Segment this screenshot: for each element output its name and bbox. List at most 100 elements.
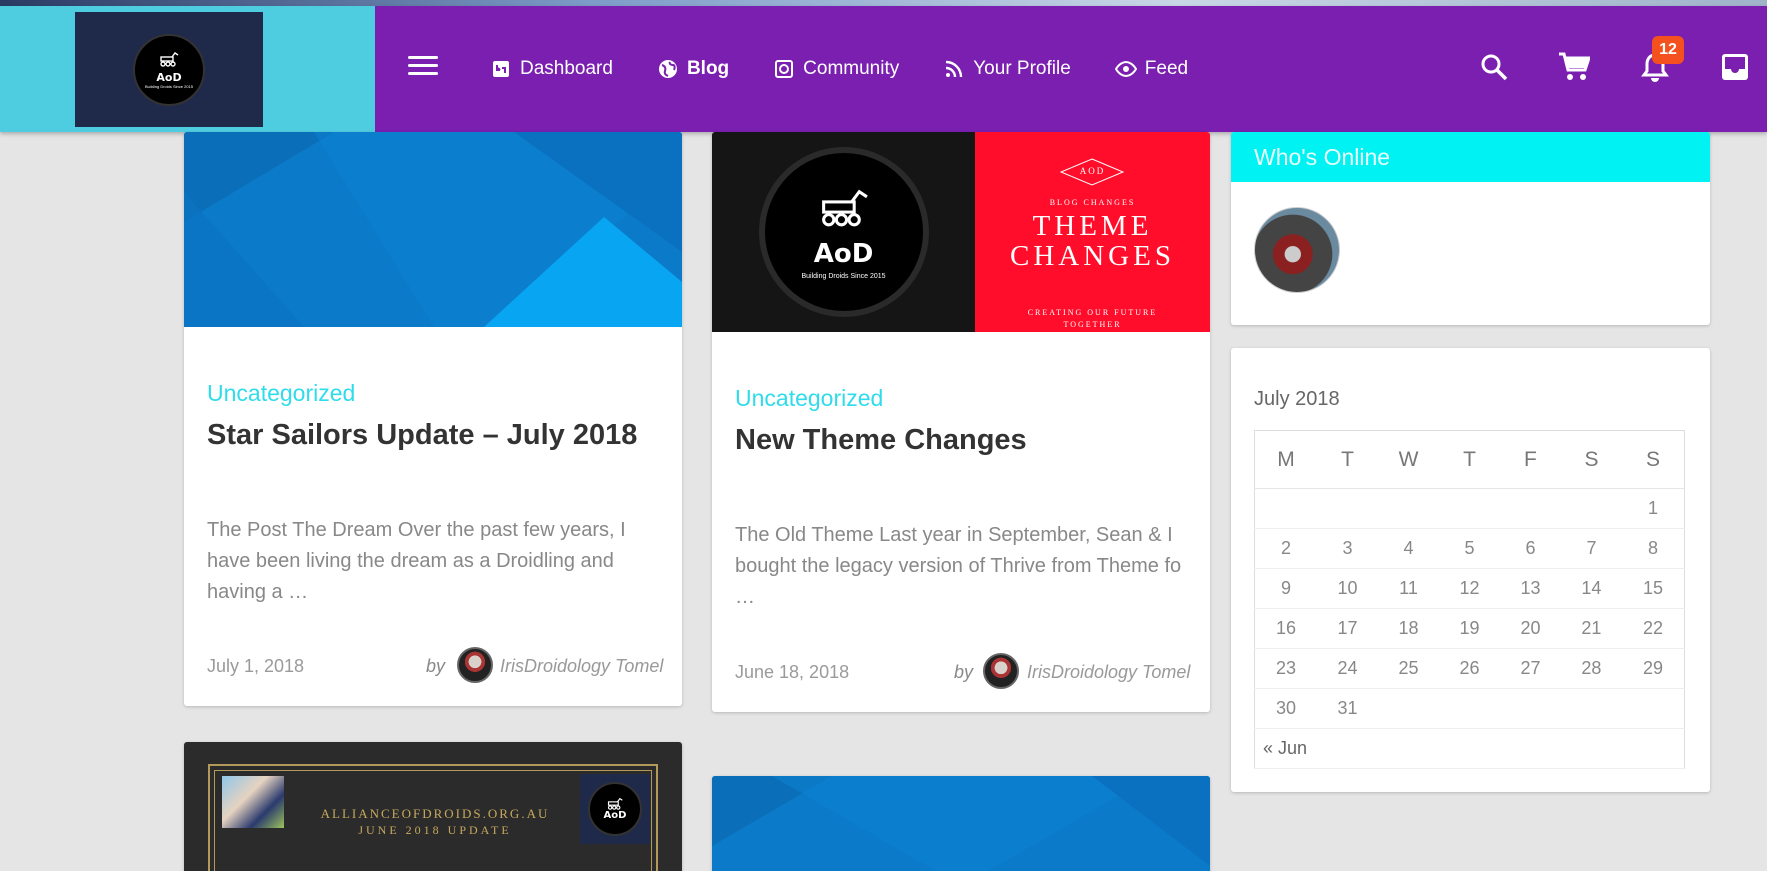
calendar-month-title: July 2018: [1254, 388, 1340, 410]
calendar-day-cell: 16: [1254, 608, 1318, 649]
tc-diamond-text: AOD: [1079, 166, 1106, 176]
post-by-label: by: [426, 656, 446, 676]
post-featured-image[interactable]: AoD Building Droids Since 2015 AOD BLOG …: [712, 132, 1210, 332]
logo-badge: AoD Building Droids Since 2015: [133, 33, 205, 106]
calendar-day-cell: 18: [1378, 608, 1439, 649]
tc-logo-subtext: Building Droids Since 2015: [801, 272, 886, 280]
nav-label: Blog: [686, 58, 730, 79]
dashboard-icon: [490, 58, 512, 80]
calendar-day-cell: [1438, 488, 1500, 529]
rss-icon: [943, 58, 965, 80]
tc-footer2: TOGETHER: [1063, 320, 1122, 329]
nav-item-dashboard[interactable]: Dashboard: [490, 58, 613, 80]
calendar-day-cell: 10: [1317, 568, 1378, 609]
tc-line2: CHANGES: [1010, 240, 1175, 272]
nav-item-feed[interactable]: Feed: [1114, 58, 1189, 80]
calendar-day-cell: 22: [1621, 608, 1685, 649]
post-featured-image[interactable]: [712, 776, 1210, 871]
calendar-day-cell: 11: [1378, 568, 1439, 609]
post-title[interactable]: Star Sailors Update – July 2018: [207, 419, 667, 452]
post-author-link[interactable]: IrisDroidology Tomel: [500, 656, 663, 677]
calendar-day-cell: 29: [1621, 648, 1685, 689]
nav-item-blog[interactable]: Blog: [657, 58, 729, 80]
nav-item-your-profile[interactable]: Your Profile: [943, 58, 1071, 80]
calendar-week-row: 16 17 18 19 20 21 22: [1254, 608, 1685, 649]
post-author-link[interactable]: IrisDroidology Tomel: [1027, 662, 1190, 683]
hamburger-menu-button[interactable]: [405, 51, 441, 81]
calendar-day-cell: 25: [1378, 648, 1439, 689]
post-card[interactable]: Uncategorized Star Sailors Update – July…: [184, 132, 682, 706]
author-avatar[interactable]: [983, 653, 1019, 689]
calendar-day-cell: [1378, 488, 1439, 529]
search-icon[interactable]: [1477, 50, 1511, 84]
update-logo: AoD: [580, 774, 650, 844]
nav-label: Your Profile: [973, 58, 1071, 79]
calendar-day-cell: 13: [1499, 568, 1561, 609]
calendar-week-row: 9 10 11 12 13 14 15: [1254, 568, 1685, 609]
post-featured-image[interactable]: ALLIANCEOFDROIDS.ORG.AU JUNE 2018 UPDATE…: [208, 764, 658, 871]
calendar-day-cell: 12: [1438, 568, 1500, 609]
tc-kicker: BLOG CHANGES: [1049, 198, 1136, 207]
community-icon: [773, 58, 795, 80]
logo-subtext: Building Droids Since 2015: [144, 83, 194, 89]
logo-text: AoD: [156, 70, 182, 84]
calendar-day-cell: [1438, 688, 1500, 729]
nav-label: Dashboard: [520, 58, 613, 79]
calendar-day-cell: 2: [1254, 528, 1318, 569]
globe-icon: [657, 58, 679, 80]
calendar-day-cell: [1621, 688, 1685, 729]
site-logo[interactable]: AoD Building Droids Since 2015: [75, 12, 263, 127]
calendar-day-cell: 9: [1254, 568, 1318, 609]
cart-icon[interactable]: [1557, 50, 1591, 84]
tc-logo-badge: AoD Building Droids Since 2015: [758, 147, 929, 317]
weekday-header: W: [1378, 430, 1439, 489]
post-category-link[interactable]: Uncategorized: [735, 385, 883, 412]
calendar-day-cell: [1499, 688, 1561, 729]
calendar-day-cell: 31: [1317, 688, 1378, 729]
eye-icon: [1114, 58, 1137, 80]
calendar-week-row: 30 31: [1254, 688, 1685, 729]
post-excerpt: The Post The Dream Over the past few yea…: [207, 519, 626, 603]
main-nav: Dashboard Blog Community Your Profile Fe…: [490, 6, 1232, 132]
calendar-day-cell: 5: [1438, 528, 1500, 569]
site-header: AoD Building Droids Since 2015 Dashboard…: [0, 6, 1767, 132]
nav-item-community[interactable]: Community: [773, 58, 899, 80]
calendar-table: M T W T F S S 1 2 3 4 5 6 7 8 9 10 11 12 13 14 15 16 17 1…: [1254, 430, 1685, 769]
nav-label: Feed: [1144, 58, 1189, 79]
calendar-day-cell: 7: [1560, 528, 1622, 569]
weekday-header: T: [1438, 430, 1500, 489]
robot-icon: [607, 797, 623, 810]
calendar-day-cell: 27: [1499, 648, 1561, 689]
calendar-day-cell: [1254, 488, 1318, 529]
weekday-header: T: [1317, 430, 1378, 489]
calendar-week-row: 1: [1254, 488, 1685, 529]
calendar-day-cell: 4: [1378, 528, 1439, 569]
tc-logo-text: AoD: [813, 238, 874, 269]
post-date: June 18, 2018: [735, 662, 850, 682]
calendar-day-cell: 24: [1317, 648, 1378, 689]
calendar-day-cell: 23: [1254, 648, 1318, 689]
calendar-day-cell: 30: [1254, 688, 1318, 729]
nav-label: Community: [803, 58, 900, 79]
tc-footer1: CREATING OUR FUTURE: [1027, 308, 1158, 317]
inbox-icon[interactable]: [1718, 50, 1752, 84]
online-user-avatar[interactable]: [1254, 207, 1340, 293]
post-card[interactable]: AoD Building Droids Since 2015 AOD BLOG …: [712, 132, 1210, 712]
calendar-nav-row: « Jun: [1254, 728, 1685, 769]
author-avatar[interactable]: [457, 647, 493, 683]
robot-icon: [158, 51, 180, 71]
post-featured-image[interactable]: [184, 132, 682, 327]
calendar-day-cell: 15: [1621, 568, 1685, 609]
post-date: July 1, 2018: [207, 656, 305, 676]
calendar-day-cell: 26: [1438, 648, 1500, 689]
calendar-prev-month-link[interactable]: « Jun: [1254, 728, 1685, 769]
calendar-day-cell: 1: [1621, 488, 1685, 529]
calendar-day-cell: 17: [1317, 608, 1378, 649]
update-logo-text: AoD: [603, 810, 627, 821]
post-category-link[interactable]: Uncategorized: [207, 380, 355, 407]
weekday-header: S: [1621, 430, 1685, 489]
post-card[interactable]: [712, 776, 1210, 871]
post-title[interactable]: New Theme Changes: [735, 424, 1195, 457]
post-card[interactable]: ALLIANCEOFDROIDS.ORG.AU JUNE 2018 UPDATE…: [184, 742, 682, 871]
weekday-header: S: [1560, 430, 1622, 489]
